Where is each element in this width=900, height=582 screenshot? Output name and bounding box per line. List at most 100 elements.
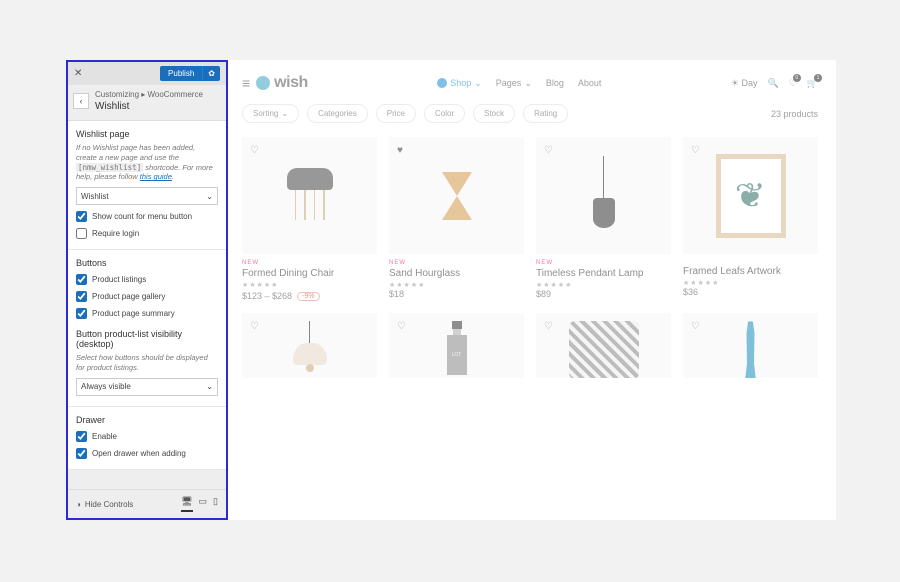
heart-icon[interactable]: ♡: [691, 145, 700, 156]
device-desktop-icon[interactable]: 🖥: [181, 496, 192, 512]
collapse-icon: ◑: [76, 500, 81, 509]
product-price: $89: [536, 289, 671, 299]
breadcrumb: ‹ Customizing ▸ WooCommerce Wishlist: [68, 85, 226, 121]
badge-count: 0: [793, 74, 801, 82]
section-heading: Buttons: [76, 258, 218, 268]
back-button[interactable]: ‹: [73, 93, 89, 109]
publish-button[interactable]: Publish: [160, 66, 202, 81]
drawer-enable-checkbox[interactable]: Enable: [76, 431, 218, 442]
device-mobile-icon[interactable]: ▯: [213, 496, 218, 512]
product-listings-checkbox[interactable]: Product listings: [76, 274, 218, 285]
require-login-input[interactable]: [76, 228, 87, 239]
nav-pages[interactable]: Pages ⌄: [496, 78, 532, 89]
require-login-label: Require login: [92, 229, 139, 238]
site-preview: ≡ wish Shop ⌄ Pages ⌄ Blog About ☀ Day 🔍…: [228, 60, 836, 520]
product-price: $123 – $268: [242, 291, 292, 301]
wishlist-page-select[interactable]: Wishlist ⌄: [76, 187, 218, 205]
visibility-description: Select how buttons should be displayed f…: [76, 353, 218, 373]
nav-blog[interactable]: Blog: [546, 78, 564, 89]
product-card[interactable]: ♡ NEW Formed Dining Chair ★★★★★ $123 – $…: [242, 137, 377, 301]
chevron-down-icon: ⌄: [281, 109, 288, 118]
product-image: [589, 156, 619, 236]
close-icon[interactable]: ✕: [74, 68, 82, 79]
heart-icon[interactable]: ♡: [691, 321, 700, 332]
section-heading: Wishlist page: [76, 129, 218, 139]
product-card[interactable]: ♡ ❦ Framed Leafs Artwork ★★★★★ $36: [683, 137, 818, 301]
filter-price[interactable]: Price: [376, 104, 416, 123]
rating-stars: ★★★★★: [242, 281, 377, 289]
product-card[interactable]: ♡: [242, 313, 377, 378]
product-image: [285, 168, 335, 223]
section-drawer: Drawer Enable Open drawer when adding: [68, 407, 226, 470]
new-badge: NEW: [536, 260, 671, 266]
show-count-checkbox[interactable]: Show count for menu button: [76, 211, 218, 222]
cart-icon[interactable]: 🛒1: [807, 78, 818, 89]
nav-about[interactable]: About: [578, 78, 602, 89]
hide-controls-button[interactable]: ◑ Hide Controls: [76, 500, 133, 509]
filter-sorting[interactable]: Sorting ⌄: [242, 104, 299, 123]
badge-count: 1: [814, 74, 822, 82]
heart-icon[interactable]: ♡: [397, 321, 406, 332]
rating-stars: ★★★★★: [389, 281, 524, 289]
nav-shop[interactable]: Shop ⌄: [437, 78, 482, 89]
product-summary-input[interactable]: [76, 308, 87, 319]
theme-toggle[interactable]: ☀ Day: [731, 78, 758, 89]
product-card[interactable]: ♡ LOT: [389, 313, 524, 378]
product-card[interactable]: ♡: [683, 313, 818, 378]
chevron-down-icon: ⌄: [474, 78, 482, 89]
product-gallery-input[interactable]: [76, 291, 87, 302]
product-image: LOT: [447, 321, 467, 375]
product-listings-label: Product listings: [92, 275, 146, 284]
nav-active-dot-icon: [437, 78, 447, 88]
heart-icon[interactable]: ♡: [544, 145, 553, 156]
product-summary-label: Product page summary: [92, 309, 175, 318]
heart-icon[interactable]: ♡: [250, 145, 259, 156]
product-count: 23 products: [771, 109, 818, 119]
require-login-checkbox[interactable]: Require login: [76, 228, 218, 239]
guide-link[interactable]: this guide: [140, 172, 172, 181]
menu-icon[interactable]: ≡: [242, 75, 250, 91]
drawer-enable-input[interactable]: [76, 431, 87, 442]
product-title: Formed Dining Chair: [242, 268, 377, 279]
product-image: ❦: [716, 154, 786, 238]
product-listings-input[interactable]: [76, 274, 87, 285]
product-image: [442, 166, 472, 226]
show-count-input[interactable]: [76, 211, 87, 222]
product-price: $36: [683, 287, 818, 297]
product-summary-checkbox[interactable]: Product page summary: [76, 308, 218, 319]
discount-badge: -9%: [297, 292, 319, 301]
new-badge: NEW: [242, 260, 377, 266]
main-nav: Shop ⌄ Pages ⌄ Blog About: [437, 78, 601, 89]
device-tablet-icon[interactable]: ▭: [199, 496, 208, 512]
wishlist-icon[interactable]: ♡0: [789, 78, 797, 89]
product-card[interactable]: ♡: [536, 313, 671, 378]
filter-color[interactable]: Color: [424, 104, 465, 123]
product-image: [743, 321, 759, 378]
filter-rating[interactable]: Rating: [523, 104, 568, 123]
show-count-label: Show count for menu button: [92, 212, 192, 221]
logo-mark-icon: [256, 76, 270, 90]
site-header: ≡ wish Shop ⌄ Pages ⌄ Blog About ☀ Day 🔍…: [242, 74, 818, 92]
panel-top-bar: ✕ Publish ✿: [68, 62, 226, 85]
search-icon[interactable]: 🔍: [767, 78, 778, 89]
product-card[interactable]: ♡ NEW Timeless Pendant Lamp ★★★★★ $89: [536, 137, 671, 301]
section-buttons: Buttons Product listings Product page ga…: [68, 250, 226, 407]
heart-icon[interactable]: ♡: [544, 321, 553, 332]
heart-icon[interactable]: ♡: [250, 321, 259, 332]
visibility-select[interactable]: Always visible ⌄: [76, 378, 218, 396]
product-price: $18: [389, 289, 524, 299]
breadcrumb-path: Customizing ▸ WooCommerce: [95, 90, 203, 99]
drawer-open-checkbox[interactable]: Open drawer when adding: [76, 448, 218, 459]
heart-icon[interactable]: ♥: [397, 145, 403, 156]
site-logo[interactable]: wish: [256, 74, 308, 92]
page-title: Wishlist: [95, 101, 203, 112]
rating-stars: ★★★★★: [683, 279, 818, 287]
chevron-down-icon: ⌄: [524, 78, 532, 89]
publish-settings-icon[interactable]: ✿: [202, 66, 220, 81]
product-card[interactable]: ♥ NEW Sand Hourglass ★★★★★ $18: [389, 137, 524, 301]
drawer-open-input[interactable]: [76, 448, 87, 459]
filter-categories[interactable]: Categories: [307, 104, 368, 123]
product-gallery-checkbox[interactable]: Product page gallery: [76, 291, 218, 302]
visibility-heading: Button product-list visibility (desktop): [76, 329, 218, 349]
filter-stock[interactable]: Stock: [473, 104, 515, 123]
